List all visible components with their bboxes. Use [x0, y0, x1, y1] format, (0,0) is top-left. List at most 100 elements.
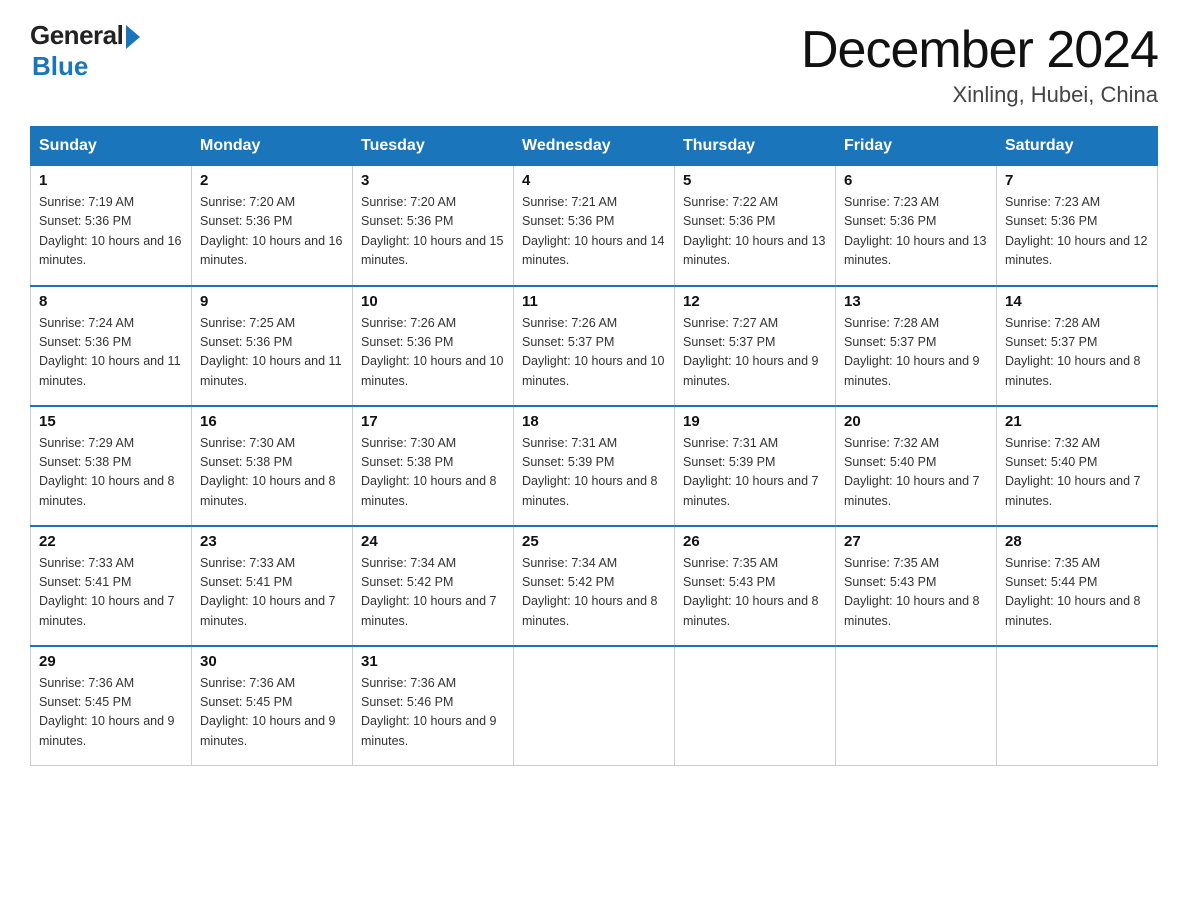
- calendar-cell: 16 Sunrise: 7:30 AMSunset: 5:38 PMDayligh…: [192, 406, 353, 526]
- day-number: 1: [39, 172, 183, 189]
- day-info: Sunrise: 7:26 AMSunset: 5:36 PMDaylight:…: [361, 314, 505, 392]
- calendar-cell: 12Sunrise: 7:27 AMSunset: 5:37 PMDayligh…: [675, 286, 836, 406]
- calendar-week-row: 8Sunrise: 7:24 AMSunset: 5:36 PMDaylight…: [31, 286, 1158, 406]
- calendar-cell: 17 Sunrise: 7:30 AMSunset: 5:38 PMDayligh…: [353, 406, 514, 526]
- month-title: December 2024: [801, 20, 1158, 80]
- day-number: 3: [361, 172, 505, 189]
- calendar-cell: 31 Sunrise: 7:36 AMSunset: 5:46 PMDayligh…: [353, 646, 514, 766]
- calendar-cell: 25 Sunrise: 7:34 AMSunset: 5:42 PMDayligh…: [514, 526, 675, 646]
- location-title: Xinling, Hubei, China: [801, 82, 1158, 108]
- day-number: 23: [200, 533, 344, 550]
- day-info: Sunrise: 7:21 AMSunset: 5:36 PMDaylight:…: [522, 193, 666, 271]
- day-number: 30: [200, 653, 344, 670]
- title-block: December 2024 Xinling, Hubei, China: [801, 20, 1158, 108]
- calendar-cell: 6 Sunrise: 7:23 AMSunset: 5:36 PMDaylight…: [836, 166, 997, 286]
- calendar-cell: 9Sunrise: 7:25 AMSunset: 5:36 PMDaylight…: [192, 286, 353, 406]
- day-number: 24: [361, 533, 505, 550]
- day-info: Sunrise: 7:35 AMSunset: 5:44 PMDaylight:…: [1005, 554, 1149, 632]
- day-info: Sunrise: 7:36 AMSunset: 5:46 PMDaylight:…: [361, 674, 505, 752]
- day-number: 20: [844, 413, 988, 430]
- calendar-cell: 24 Sunrise: 7:34 AMSunset: 5:42 PMDayligh…: [353, 526, 514, 646]
- calendar-cell: 7 Sunrise: 7:23 AMSunset: 5:36 PMDaylight…: [997, 166, 1158, 286]
- day-number: 4: [522, 172, 666, 189]
- day-number: 15: [39, 413, 183, 430]
- day-number: 16: [200, 413, 344, 430]
- day-info: Sunrise: 7:22 AMSunset: 5:36 PMDaylight:…: [683, 193, 827, 271]
- day-info: Sunrise: 7:31 AMSunset: 5:39 PMDaylight:…: [683, 434, 827, 512]
- day-info: Sunrise: 7:30 AMSunset: 5:38 PMDaylight:…: [361, 434, 505, 512]
- day-info: Sunrise: 7:23 AMSunset: 5:36 PMDaylight:…: [844, 193, 988, 271]
- day-number: 7: [1005, 172, 1149, 189]
- day-info: Sunrise: 7:19 AMSunset: 5:36 PMDaylight:…: [39, 193, 183, 271]
- day-number: 25: [522, 533, 666, 550]
- day-number: 21: [1005, 413, 1149, 430]
- day-number: 6: [844, 172, 988, 189]
- day-number: 12: [683, 293, 827, 310]
- col-header-thursday: Thursday: [675, 127, 836, 166]
- calendar-cell: [675, 646, 836, 766]
- calendar-cell: 29 Sunrise: 7:36 AMSunset: 5:45 PMDayligh…: [31, 646, 192, 766]
- calendar-cell: 22 Sunrise: 7:33 AMSunset: 5:41 PMDayligh…: [31, 526, 192, 646]
- calendar-cell: [514, 646, 675, 766]
- col-header-wednesday: Wednesday: [514, 127, 675, 166]
- day-info: Sunrise: 7:20 AMSunset: 5:36 PMDaylight:…: [361, 193, 505, 271]
- day-number: 18: [522, 413, 666, 430]
- day-number: 22: [39, 533, 183, 550]
- calendar-cell: [997, 646, 1158, 766]
- day-number: 17: [361, 413, 505, 430]
- day-info: Sunrise: 7:35 AMSunset: 5:43 PMDaylight:…: [683, 554, 827, 632]
- calendar-cell: 4 Sunrise: 7:21 AMSunset: 5:36 PMDaylight…: [514, 166, 675, 286]
- page-header: General Blue December 2024 Xinling, Hube…: [30, 20, 1158, 108]
- day-number: 5: [683, 172, 827, 189]
- calendar-week-row: 1 Sunrise: 7:19 AMSunset: 5:36 PMDaylight…: [31, 166, 1158, 286]
- day-number: 26: [683, 533, 827, 550]
- day-info: Sunrise: 7:28 AMSunset: 5:37 PMDaylight:…: [844, 314, 988, 392]
- col-header-saturday: Saturday: [997, 127, 1158, 166]
- calendar-table: SundayMondayTuesdayWednesdayThursdayFrid…: [30, 126, 1158, 766]
- col-header-monday: Monday: [192, 127, 353, 166]
- day-info: Sunrise: 7:34 AMSunset: 5:42 PMDaylight:…: [361, 554, 505, 632]
- calendar-header-row: SundayMondayTuesdayWednesdayThursdayFrid…: [31, 127, 1158, 166]
- calendar-week-row: 22 Sunrise: 7:33 AMSunset: 5:41 PMDayligh…: [31, 526, 1158, 646]
- calendar-week-row: 15 Sunrise: 7:29 AMSunset: 5:38 PMDayligh…: [31, 406, 1158, 526]
- logo: General Blue: [30, 20, 140, 82]
- logo-blue-text: Blue: [32, 51, 88, 82]
- day-info: Sunrise: 7:33 AMSunset: 5:41 PMDaylight:…: [39, 554, 183, 632]
- calendar-cell: 18Sunrise: 7:31 AMSunset: 5:39 PMDayligh…: [514, 406, 675, 526]
- day-info: Sunrise: 7:29 AMSunset: 5:38 PMDaylight:…: [39, 434, 183, 512]
- calendar-cell: 23 Sunrise: 7:33 AMSunset: 5:41 PMDayligh…: [192, 526, 353, 646]
- day-number: 27: [844, 533, 988, 550]
- day-info: Sunrise: 7:28 AMSunset: 5:37 PMDaylight:…: [1005, 314, 1149, 392]
- calendar-cell: 26 Sunrise: 7:35 AMSunset: 5:43 PMDayligh…: [675, 526, 836, 646]
- day-number: 28: [1005, 533, 1149, 550]
- day-info: Sunrise: 7:34 AMSunset: 5:42 PMDaylight:…: [522, 554, 666, 632]
- logo-general-text: General: [30, 20, 123, 51]
- calendar-cell: 15 Sunrise: 7:29 AMSunset: 5:38 PMDayligh…: [31, 406, 192, 526]
- calendar-cell: 14 Sunrise: 7:28 AMSunset: 5:37 PMDayligh…: [997, 286, 1158, 406]
- day-info: Sunrise: 7:30 AMSunset: 5:38 PMDaylight:…: [200, 434, 344, 512]
- day-number: 19: [683, 413, 827, 430]
- calendar-cell: 27Sunrise: 7:35 AMSunset: 5:43 PMDayligh…: [836, 526, 997, 646]
- calendar-cell: 13Sunrise: 7:28 AMSunset: 5:37 PMDayligh…: [836, 286, 997, 406]
- calendar-cell: 3 Sunrise: 7:20 AMSunset: 5:36 PMDaylight…: [353, 166, 514, 286]
- day-number: 29: [39, 653, 183, 670]
- calendar-cell: 8Sunrise: 7:24 AMSunset: 5:36 PMDaylight…: [31, 286, 192, 406]
- day-info: Sunrise: 7:36 AMSunset: 5:45 PMDaylight:…: [39, 674, 183, 752]
- day-number: 14: [1005, 293, 1149, 310]
- calendar-cell: 10Sunrise: 7:26 AMSunset: 5:36 PMDayligh…: [353, 286, 514, 406]
- day-info: Sunrise: 7:24 AMSunset: 5:36 PMDaylight:…: [39, 314, 183, 392]
- calendar-cell: 19 Sunrise: 7:31 AMSunset: 5:39 PMDayligh…: [675, 406, 836, 526]
- day-number: 31: [361, 653, 505, 670]
- calendar-cell: 21 Sunrise: 7:32 AMSunset: 5:40 PMDayligh…: [997, 406, 1158, 526]
- calendar-cell: 5 Sunrise: 7:22 AMSunset: 5:36 PMDaylight…: [675, 166, 836, 286]
- day-info: Sunrise: 7:32 AMSunset: 5:40 PMDaylight:…: [1005, 434, 1149, 512]
- day-info: Sunrise: 7:23 AMSunset: 5:36 PMDaylight:…: [1005, 193, 1149, 271]
- calendar-cell: 20 Sunrise: 7:32 AMSunset: 5:40 PMDayligh…: [836, 406, 997, 526]
- day-info: Sunrise: 7:20 AMSunset: 5:36 PMDaylight:…: [200, 193, 344, 271]
- day-number: 11: [522, 293, 666, 310]
- day-number: 2: [200, 172, 344, 189]
- day-info: Sunrise: 7:36 AMSunset: 5:45 PMDaylight:…: [200, 674, 344, 752]
- day-info: Sunrise: 7:32 AMSunset: 5:40 PMDaylight:…: [844, 434, 988, 512]
- day-info: Sunrise: 7:33 AMSunset: 5:41 PMDaylight:…: [200, 554, 344, 632]
- calendar-week-row: 29 Sunrise: 7:36 AMSunset: 5:45 PMDayligh…: [31, 646, 1158, 766]
